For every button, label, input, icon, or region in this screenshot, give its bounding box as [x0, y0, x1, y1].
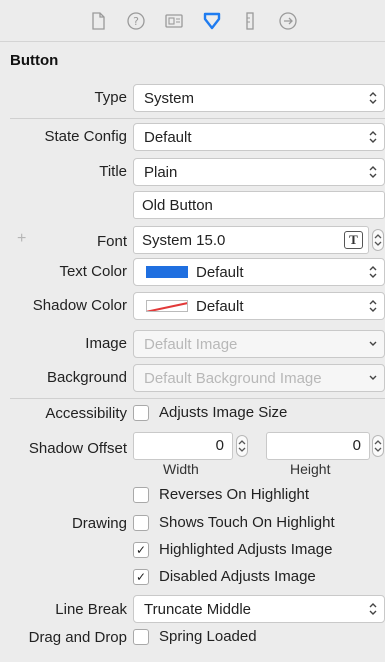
font-field[interactable]: System 15.0 T — [133, 226, 369, 254]
updown-chevron-icon — [369, 166, 377, 178]
line-break-value: Truncate Middle — [144, 600, 251, 618]
spring-loaded-checkbox[interactable]: Spring Loaded — [133, 628, 257, 645]
no-color-swatch — [146, 300, 188, 312]
checkmark-icon[interactable]: ✓ — [133, 568, 149, 585]
height-sublabel: Height — [290, 461, 331, 477]
shadow-color-label: Shadow Color — [32, 297, 127, 314]
shows-touch-on-highlight-label: Shows Touch On Highlight — [159, 514, 335, 531]
help-icon[interactable]: ? — [117, 6, 155, 36]
updown-chevron-icon — [369, 603, 377, 615]
reverses-on-highlight-checkbox[interactable]: Reverses On Highlight — [133, 486, 309, 503]
type-popup[interactable]: System — [133, 84, 385, 112]
title-style-popup[interactable]: Plain — [133, 158, 385, 186]
checkbox[interactable] — [133, 514, 149, 531]
disabled-adjusts-image-label: Disabled Adjusts Image — [159, 568, 316, 585]
type-label: Type — [94, 89, 127, 106]
image-combo-box[interactable]: Default Image — [133, 330, 385, 358]
image-label: Image — [85, 335, 127, 352]
title-label: Title — [99, 163, 127, 180]
drawing-label: Drawing — [71, 515, 127, 532]
highlighted-adjusts-image-checkbox[interactable]: ✓ Highlighted Adjusts Image — [133, 541, 332, 558]
highlighted-adjusts-image-label: Highlighted Adjusts Image — [159, 541, 333, 558]
updown-chevron-icon — [369, 266, 377, 278]
title-text-field[interactable]: Old Button — [133, 191, 385, 219]
text-color-value: Default — [196, 263, 244, 281]
shadow-offset-height-stepper[interactable] — [372, 435, 384, 457]
font-size-stepper[interactable] — [372, 229, 384, 251]
line-break-label: Line Break — [55, 601, 127, 618]
chevron-down-icon[interactable] — [368, 370, 378, 386]
font-value: System 15.0 — [142, 231, 226, 249]
checkmark-icon[interactable]: ✓ — [133, 541, 149, 558]
title-style-value: Plain — [144, 163, 178, 181]
type-value: System — [144, 89, 195, 107]
title-text-value: Old Button — [142, 196, 213, 214]
image-placeholder: Default Image — [144, 335, 238, 353]
text-color-label: Text Color — [59, 263, 127, 280]
accessibility-label: Accessibility — [45, 405, 127, 422]
adjusts-image-size-checkbox[interactable]: Adjusts Image Size — [133, 404, 287, 421]
checkbox[interactable] — [133, 486, 149, 503]
divider — [10, 398, 385, 399]
attributes-icon[interactable] — [193, 6, 231, 36]
adjusts-image-size-label: Adjusts Image Size — [159, 404, 288, 421]
shadow-color-popup[interactable]: Default — [133, 292, 385, 320]
state-config-label: State Config — [44, 128, 127, 145]
shows-touch-on-highlight-checkbox[interactable]: Shows Touch On Highlight — [133, 514, 335, 531]
shadow-color-value: Default — [196, 297, 244, 315]
updown-chevron-icon — [369, 92, 377, 104]
shadow-offset-width-field[interactable]: 0 — [133, 432, 233, 460]
updown-chevron-icon — [369, 131, 377, 143]
shadow-offset-height-field[interactable]: 0 — [266, 432, 370, 460]
color-swatch — [146, 266, 188, 278]
divider — [10, 118, 385, 119]
reverses-on-highlight-label: Reverses On Highlight — [159, 486, 310, 503]
shadow-offset-label: Shadow Offset — [28, 440, 127, 457]
width-sublabel: Width — [163, 461, 199, 477]
file-icon[interactable] — [79, 6, 117, 36]
checkbox[interactable] — [133, 404, 149, 421]
spring-loaded-label: Spring Loaded — [159, 628, 257, 645]
disabled-adjusts-image-checkbox[interactable]: ✓ Disabled Adjusts Image — [133, 568, 316, 585]
identity-icon[interactable] — [155, 6, 193, 36]
section-title: Button — [10, 52, 59, 69]
add-font-variation-button[interactable]: + — [17, 230, 26, 248]
inspector-toolbar: ? — [0, 0, 385, 42]
background-label: Background — [46, 369, 127, 386]
checkbox[interactable] — [133, 628, 149, 645]
connections-icon[interactable] — [269, 6, 307, 36]
svg-text:?: ? — [133, 15, 139, 28]
updown-chevron-icon — [369, 300, 377, 312]
background-combo-box[interactable]: Default Background Image — [133, 364, 385, 392]
line-break-popup[interactable]: Truncate Middle — [133, 595, 385, 623]
chevron-down-icon[interactable] — [368, 336, 378, 352]
drag-and-drop-label: Drag and Drop — [28, 629, 127, 646]
shadow-offset-width-stepper[interactable] — [236, 435, 248, 457]
size-icon[interactable] — [231, 6, 269, 36]
font-picker-button[interactable]: T — [344, 231, 363, 249]
background-placeholder: Default Background Image — [144, 369, 322, 387]
state-config-value: Default — [144, 128, 192, 146]
font-label: Font — [96, 233, 127, 250]
text-color-popup[interactable]: Default — [133, 258, 385, 286]
state-config-popup[interactable]: Default — [133, 123, 385, 151]
